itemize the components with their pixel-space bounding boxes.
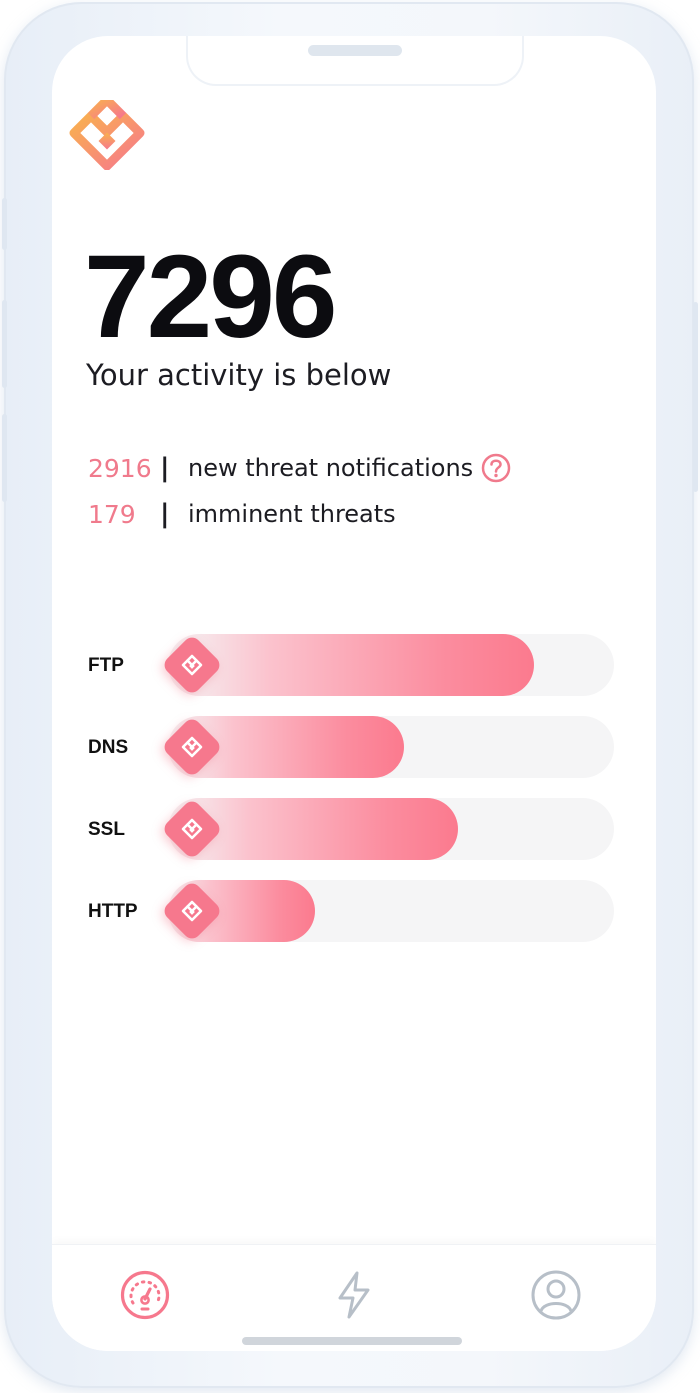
protocol-label-http: HTTP bbox=[88, 901, 138, 922]
volume-up-button bbox=[2, 300, 7, 388]
app-logo bbox=[68, 95, 146, 171]
stat-label: new threat notifications bbox=[188, 454, 474, 482]
notch bbox=[186, 36, 524, 86]
protocol-bar-ftp bbox=[168, 634, 534, 696]
speaker-grille bbox=[308, 45, 402, 56]
protocol-label-ssl: SSL bbox=[88, 819, 125, 840]
stat-separator: | bbox=[160, 499, 170, 529]
stat-row-notifications: 2916 | new threat notifications bbox=[88, 450, 511, 486]
mute-switch bbox=[2, 198, 7, 250]
activity-subtitle: Your activity is below bbox=[86, 358, 392, 392]
volume-down-button bbox=[2, 414, 7, 502]
lightning-icon[interactable] bbox=[328, 1269, 380, 1321]
stat-row-imminent: 179 | imminent threats bbox=[88, 496, 396, 532]
protocol-label-dns: DNS bbox=[88, 737, 129, 758]
phone-screen: 7296 Your activity is below 2916 | new t… bbox=[52, 36, 656, 1351]
stat-label: imminent threats bbox=[188, 500, 396, 528]
stat-value: 2916 bbox=[88, 453, 152, 483]
total-activity-count: 7296 bbox=[84, 231, 338, 363]
stat-separator: | bbox=[160, 453, 170, 483]
phone-frame: 7296 Your activity is below 2916 | new t… bbox=[2, 2, 698, 1388]
home-indicator[interactable] bbox=[242, 1337, 462, 1345]
user-profile-icon[interactable] bbox=[530, 1269, 582, 1321]
power-button bbox=[693, 302, 698, 492]
help-question-icon[interactable] bbox=[481, 453, 511, 483]
dashboard-gauge-icon[interactable] bbox=[119, 1269, 171, 1321]
protocol-label-ftp: FTP bbox=[88, 655, 124, 676]
stat-value: 179 bbox=[88, 499, 136, 529]
